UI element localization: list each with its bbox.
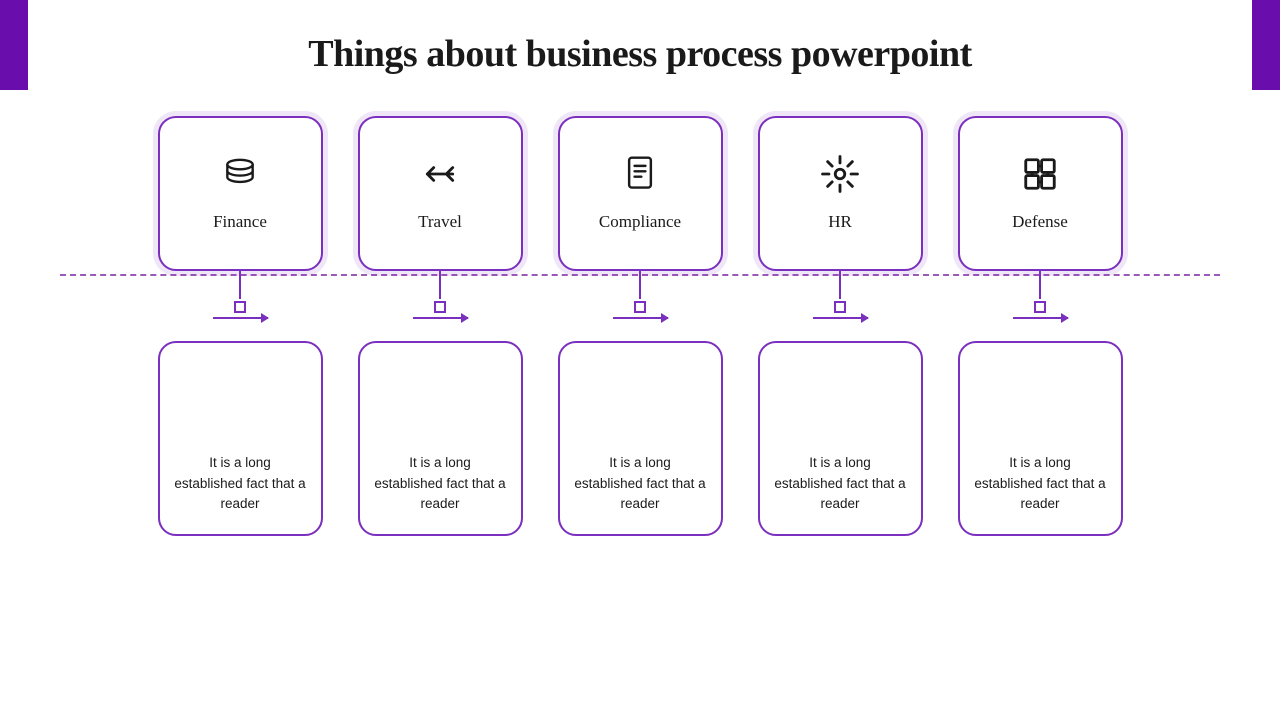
h-arrow-finance xyxy=(213,317,268,319)
compliance-icon xyxy=(623,155,657,202)
corner-accent-right xyxy=(1252,0,1280,90)
column-finance: Finance It is a long established fact th… xyxy=(140,116,340,536)
v-connector-hr xyxy=(813,271,868,341)
desc-compliance: It is a long established fact that a rea… xyxy=(574,453,707,514)
column-travel: Travel It is a long established fact tha… xyxy=(340,116,540,536)
v-line-top-compliance xyxy=(639,271,641,299)
v-arrow-defense xyxy=(1013,317,1068,319)
finance-label: Finance xyxy=(213,212,267,232)
desc-hr: It is a long established fact that a rea… xyxy=(774,453,907,514)
desc-defense: It is a long established fact that a rea… xyxy=(974,453,1107,514)
v-arrow-hr xyxy=(813,317,868,319)
hr-icon xyxy=(821,155,859,202)
travel-icon xyxy=(421,155,459,202)
top-card-travel: Travel xyxy=(358,116,523,271)
top-card-compliance: Compliance xyxy=(558,116,723,271)
diagram-area: Finance It is a long established fact th… xyxy=(0,116,1280,596)
v-connector-travel xyxy=(413,271,468,341)
travel-label: Travel xyxy=(418,212,462,232)
bottom-card-defense: It is a long established fact that a rea… xyxy=(958,341,1123,536)
desc-finance: It is a long established fact that a rea… xyxy=(174,453,307,514)
column-defense: Defense It is a long established fact th… xyxy=(940,116,1140,536)
v-line-top-finance xyxy=(239,271,241,299)
v-arrow-finance xyxy=(213,317,268,319)
finance-icon xyxy=(221,155,259,202)
v-connector-compliance xyxy=(613,271,668,341)
corner-accent-left xyxy=(0,0,28,90)
page-title: Things about business process powerpoint xyxy=(0,0,1280,76)
column-hr: HR It is a long established fact that a … xyxy=(740,116,940,536)
v-line-top-defense xyxy=(1039,271,1041,299)
bottom-card-finance: It is a long established fact that a rea… xyxy=(158,341,323,536)
hr-label: HR xyxy=(828,212,852,232)
compliance-label: Compliance xyxy=(599,212,681,232)
top-card-defense: Defense xyxy=(958,116,1123,271)
defense-icon xyxy=(1021,155,1059,202)
v-connector-defense xyxy=(1013,271,1068,341)
desc-travel: It is a long established fact that a rea… xyxy=(374,453,507,514)
bottom-card-travel: It is a long established fact that a rea… xyxy=(358,341,523,536)
v-square-hr xyxy=(834,301,846,313)
top-card-finance: Finance xyxy=(158,116,323,271)
columns-wrapper: Finance It is a long established fact th… xyxy=(0,116,1280,536)
top-card-hr: HR xyxy=(758,116,923,271)
defense-label: Defense xyxy=(1012,212,1068,232)
v-line-top-hr xyxy=(839,271,841,299)
h-arrow-hr xyxy=(813,317,868,319)
h-arrow-travel xyxy=(413,317,468,319)
v-square-finance xyxy=(234,301,246,313)
v-line-top-travel xyxy=(439,271,441,299)
v-arrow-compliance xyxy=(613,317,668,319)
bottom-card-hr: It is a long established fact that a rea… xyxy=(758,341,923,536)
v-square-travel xyxy=(434,301,446,313)
v-square-defense xyxy=(1034,301,1046,313)
column-compliance: Compliance It is a long established fact… xyxy=(540,116,740,536)
h-arrow-compliance xyxy=(613,317,668,319)
v-connector-finance xyxy=(213,271,268,341)
bottom-card-compliance: It is a long established fact that a rea… xyxy=(558,341,723,536)
h-arrow-defense xyxy=(1013,317,1068,319)
v-arrow-travel xyxy=(413,317,468,319)
v-square-compliance xyxy=(634,301,646,313)
